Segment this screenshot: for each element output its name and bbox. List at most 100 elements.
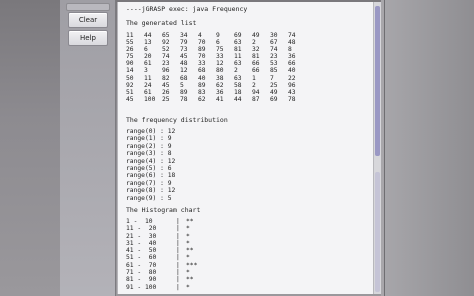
- histogram-separator: |: [176, 247, 180, 255]
- number-cell: 89: [180, 88, 188, 96]
- histogram-range: 81 - 90: [126, 276, 157, 284]
- histogram-bar: *: [186, 269, 190, 277]
- number-cell: 12: [216, 60, 224, 68]
- number-cell: 40: [198, 74, 206, 82]
- number-cell: 92: [126, 81, 134, 89]
- histogram-range: 91 - 100: [126, 283, 157, 291]
- frequency-line: range(9) : 5: [126, 194, 172, 202]
- number-cell: 87: [252, 95, 260, 103]
- histogram-separator: |: [176, 269, 180, 277]
- histogram-row: 91 - 100 | *: [126, 284, 197, 291]
- histogram-row: 81 - 90 | **: [126, 276, 197, 283]
- number-cell: 63: [234, 39, 242, 47]
- number-cell: 62: [198, 95, 206, 103]
- number-cell: 85: [270, 67, 278, 75]
- histogram-range: 21 - 30: [126, 232, 157, 240]
- histogram-separator: |: [176, 225, 180, 233]
- vertical-scrollbar[interactable]: [373, 2, 381, 294]
- number-cell: 8: [288, 46, 292, 54]
- frequency-line: range(6) : 18: [126, 172, 176, 180]
- number-cell: 41: [216, 95, 224, 103]
- histogram-range: 11 - 20: [126, 225, 157, 233]
- histogram-row: 71 - 80 | *: [126, 269, 197, 276]
- side-tab[interactable]: [66, 3, 110, 11]
- number-cell: 67: [270, 39, 278, 47]
- scrollbar-thumb[interactable]: [375, 6, 380, 156]
- histogram-bar: *: [186, 283, 190, 291]
- number-cell: 23: [162, 60, 170, 68]
- histogram-bar: **: [186, 276, 194, 284]
- number-cell: 66: [252, 60, 260, 68]
- histogram-row: 61 - 70 | ***: [126, 262, 197, 269]
- window-edge: [381, 0, 474, 296]
- number-cell: 66: [288, 60, 296, 68]
- number-cell: 33: [216, 53, 224, 61]
- number-cell: 78: [180, 95, 188, 103]
- number-cell: 63: [234, 60, 242, 68]
- histogram-row: 11 - 20 | *: [126, 225, 197, 232]
- number-cell: 73: [180, 46, 188, 54]
- number-cell: 75: [216, 46, 224, 54]
- number-cell: 96: [162, 67, 170, 75]
- frequency-list: range(0) : 12 range(1) : 9 range(2) : 9 ran…: [126, 128, 175, 202]
- run-io-console[interactable]: ----jGRASP exec: java Frequency The gene…: [117, 2, 374, 294]
- number-cell: 36: [288, 53, 296, 61]
- number-cell: 25: [162, 95, 170, 103]
- histogram-heading: The Histogram chart: [126, 206, 201, 214]
- number-cell: 33: [198, 60, 206, 68]
- number-cell: 6: [216, 39, 220, 47]
- frequency-line: range(1) : 9: [126, 135, 172, 143]
- number-cell: 25: [270, 81, 278, 89]
- number-cell: 90: [126, 60, 134, 68]
- number-cell: 61: [144, 60, 152, 68]
- number-cell: 3: [144, 67, 148, 75]
- histogram-row: 1 - 10 | **: [126, 218, 197, 225]
- histogram-bar: ***: [186, 261, 198, 269]
- number-cell: 100: [144, 95, 156, 103]
- number-cell: 36: [216, 88, 224, 96]
- number-cell: 69: [234, 32, 242, 39]
- histogram-bar: **: [186, 218, 194, 225]
- number-cell: 92: [162, 39, 170, 47]
- exec-command-line: ----jGRASP exec: java Frequency: [126, 5, 248, 13]
- number-cell: 68: [180, 74, 188, 82]
- number-cell: 2: [234, 67, 238, 75]
- number-cell: 78: [288, 95, 296, 103]
- number-cell: 45: [126, 95, 134, 103]
- number-cell: 23: [270, 53, 278, 61]
- histogram-range: 41 - 50: [126, 247, 157, 255]
- histogram-bar: *: [186, 239, 190, 247]
- histogram-bar: *: [186, 225, 190, 233]
- histogram-separator: |: [176, 239, 180, 247]
- histogram-separator: |: [176, 232, 180, 240]
- number-cell: 48: [180, 60, 188, 68]
- histogram-row: 41 - 50 | **: [126, 247, 197, 254]
- number-cell: 7: [270, 74, 274, 82]
- number-cell: 63: [234, 74, 242, 82]
- histogram-separator: |: [176, 218, 180, 225]
- number-cell: 79: [180, 39, 188, 47]
- histogram-range: 31 - 40: [126, 239, 157, 247]
- number-cell: 20: [144, 53, 152, 61]
- number-cell: 50: [126, 74, 134, 82]
- window-border: [384, 0, 385, 296]
- number-cell: 65: [162, 32, 170, 39]
- clear-button[interactable]: Clear: [68, 12, 108, 28]
- help-button[interactable]: Help: [68, 30, 108, 46]
- number-cell: 94: [252, 88, 260, 96]
- number-cell: 74: [162, 53, 170, 61]
- histogram-range: 71 - 80: [126, 269, 157, 277]
- number-cell: 26: [162, 88, 170, 96]
- number-cell: 81: [252, 53, 260, 61]
- generated-number-grid: 11 44 65 34 4 9 69 49 30 74 55 13 92 79 70 6 63 2 67 48 26 6 5…: [126, 32, 306, 103]
- number-cell: 51: [126, 88, 134, 96]
- number-cell: 52: [162, 46, 170, 54]
- scrollbar-track-lower[interactable]: [375, 172, 380, 292]
- frequency-line: range(8) : 12: [126, 187, 176, 195]
- number-cell: 26: [126, 46, 134, 54]
- number-cell: 49: [270, 88, 278, 96]
- number-cell: 70: [198, 39, 206, 47]
- histogram-list: 1 - 10 | ** 11 - 20 | * 21 - 30 | * 31 - 40 | * 41 -…: [126, 218, 197, 291]
- number-cell: 80: [216, 67, 224, 75]
- histogram-separator: |: [176, 276, 180, 284]
